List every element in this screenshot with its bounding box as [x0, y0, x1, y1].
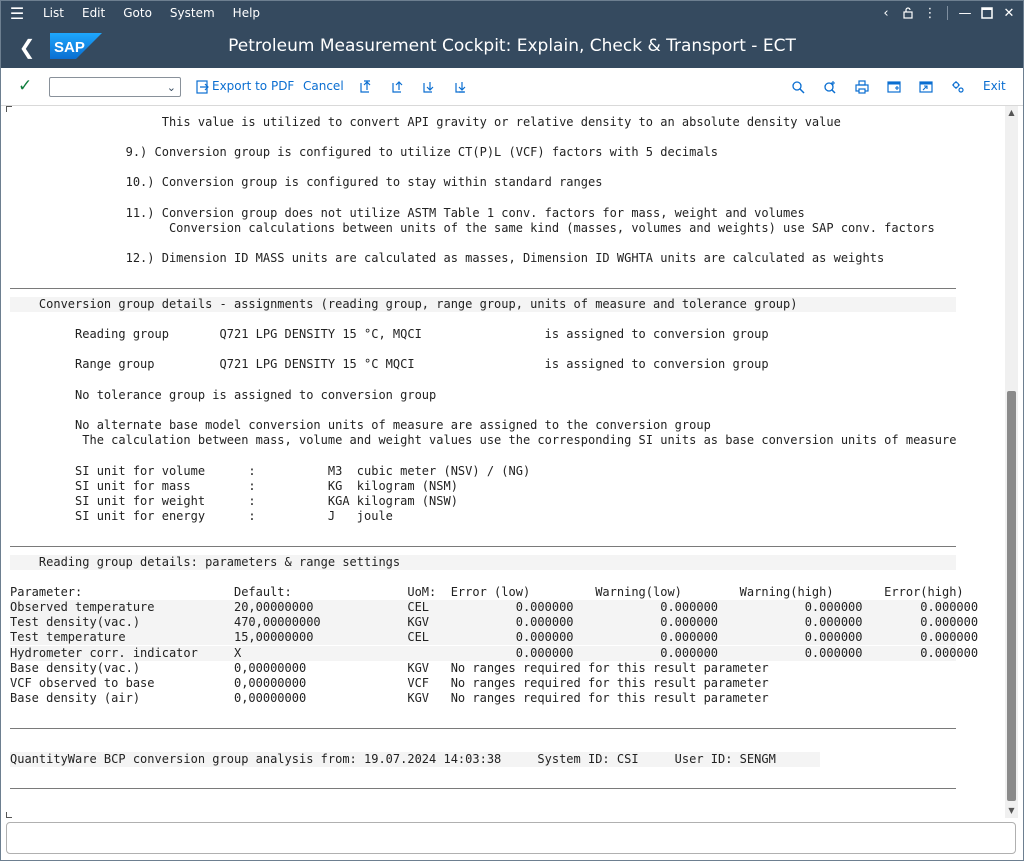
corner-mark: [6, 106, 12, 112]
exit-button[interactable]: Exit: [983, 79, 1006, 93]
chevron-down-icon[interactable]: ⌄: [167, 81, 176, 94]
divider: [10, 728, 956, 729]
check-icon[interactable]: ✓: [18, 76, 38, 98]
first-page-icon[interactable]: [355, 77, 375, 97]
divider: [10, 546, 956, 547]
table-row: Observed temperature 20,00000000 CEL 0.0…: [10, 600, 979, 615]
cancel-button[interactable]: Cancel: [303, 79, 344, 93]
section-heading: Reading group details: parameters & rang…: [10, 555, 956, 570]
export-pdf-icon[interactable]: [193, 77, 213, 97]
table-row: Test density(vac.) 470,00000000 KGV 0.00…: [10, 615, 979, 630]
minimize-icon[interactable]: —: [954, 0, 976, 26]
corner-mark: [6, 812, 12, 818]
report-line: 10.) Conversion group is configured to s…: [10, 175, 603, 189]
table-row: Base density(vac.) 0,00000000 KGV No ran…: [10, 661, 769, 675]
command-field[interactable]: ⌄: [49, 77, 181, 97]
status-bar: [6, 822, 1016, 854]
scroll-thumb[interactable]: [1007, 391, 1016, 801]
table-row: VCF observed to base 0,00000000 VCF No r…: [10, 676, 769, 690]
last-page-icon[interactable]: [450, 77, 470, 97]
report-line: 12.) Dimension ID MASS units are calcula…: [10, 251, 885, 265]
report-line: 9.) Conversion group is configured to ut…: [10, 145, 719, 159]
hamburger-menu-icon[interactable]: ☰: [0, 0, 34, 26]
analysis-footer: QuantityWare BCP conversion group analys…: [10, 752, 820, 767]
menu-help[interactable]: Help: [224, 6, 269, 20]
title-bar: ❮ SAP Petroleum Measurement Cockpit: Exp…: [0, 26, 1024, 68]
report-line: The calculation between mass, volume and…: [10, 433, 957, 447]
search-icon[interactable]: [788, 77, 808, 97]
separator: [947, 6, 948, 20]
report-line: SI unit for volume : M3 cubic meter (NSV…: [10, 464, 531, 478]
table-row: Base density (air) 0,00000000 KGV No ran…: [10, 691, 769, 705]
window-controls: ‹ ⋮ — ✕: [875, 0, 1024, 26]
unlock-icon[interactable]: [897, 0, 919, 26]
search-next-icon[interactable]: [820, 77, 840, 97]
report-line: This value is utilized to convert API gr…: [10, 115, 841, 129]
report-line: No alternate base model conversion units…: [10, 418, 711, 432]
menu-edit[interactable]: Edit: [73, 6, 114, 20]
menu-system[interactable]: System: [161, 6, 224, 20]
new-window-icon[interactable]: [884, 77, 904, 97]
maximize-icon[interactable]: [976, 0, 998, 26]
divider: [10, 288, 956, 289]
report-line: Range group Q721 LPG DENSITY 15 °C MQCI …: [10, 357, 769, 371]
scroll-down-icon[interactable]: ▼: [1005, 804, 1018, 818]
vertical-scrollbar[interactable]: ▲ ▼: [1005, 106, 1018, 818]
menu-list[interactable]: List: [34, 6, 73, 20]
divider: [10, 788, 956, 789]
page-title: Petroleum Measurement Cockpit: Explain, …: [228, 36, 796, 56]
report-line: SI unit for energy : J joule: [10, 509, 393, 523]
print-icon[interactable]: [852, 77, 872, 97]
report-output: This value is utilized to convert API gr…: [6, 106, 1004, 818]
report-line: Conversion calculations between units of…: [10, 221, 935, 235]
section-heading: Conversion group details - assignments (…: [10, 297, 956, 312]
table-row: Hydrometer corr. indicator X 0.000000 0.…: [10, 646, 979, 661]
export-pdf-button[interactable]: Export to PDF: [212, 79, 294, 93]
next-page-icon[interactable]: [418, 77, 438, 97]
report-line: No tolerance group is assigned to conver…: [10, 388, 437, 402]
close-icon[interactable]: ✕: [998, 0, 1020, 26]
table-row: Test temperature 15,00000000 CEL 0.00000…: [10, 630, 979, 645]
report-line: 11.) Conversion group does not utilize A…: [10, 206, 805, 220]
report-line: SI unit for weight : KGA kilogram (NSW): [10, 494, 458, 508]
report-line: Reading group Q721 LPG DENSITY 15 °C, MQ…: [10, 327, 769, 341]
previous-page-icon[interactable]: [387, 77, 407, 97]
toolbar: ✓ ⌄ Export to PDF Cancel Exit: [0, 68, 1024, 106]
scroll-up-icon[interactable]: ▲: [1005, 106, 1018, 120]
menu-goto[interactable]: Goto: [114, 6, 161, 20]
chevron-left-icon[interactable]: ‹: [875, 0, 897, 26]
report-line: SI unit for mass : KG kilogram (NSM): [10, 479, 458, 493]
more-icon[interactable]: ⋮: [919, 0, 941, 26]
window-export-icon[interactable]: [916, 77, 936, 97]
menu-bar: ☰ List Edit Goto System Help ‹ ⋮ — ✕: [0, 0, 1024, 26]
settings-icon[interactable]: [948, 77, 968, 97]
table-header: Parameter: Default: UoM: Error (low) War…: [10, 585, 964, 599]
